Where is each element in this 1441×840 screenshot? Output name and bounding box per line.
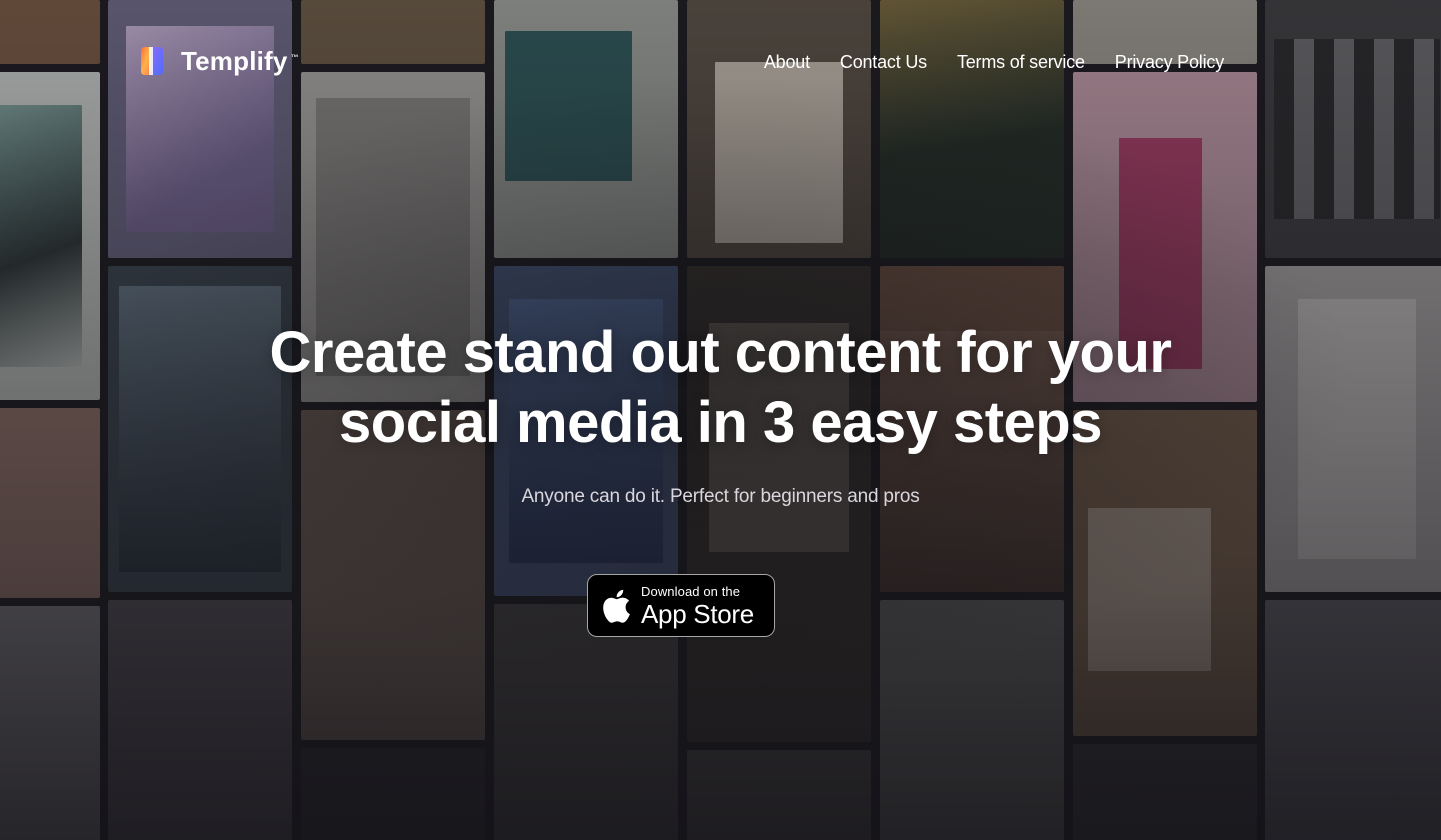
app-store-small-label: Download on the <box>641 583 741 599</box>
app-store-big-label: App Store <box>641 598 754 629</box>
nav-link-terms-of-service[interactable]: Terms of service <box>957 52 1085 73</box>
nav-link-privacy-policy[interactable]: Privacy Policy <box>1115 52 1224 73</box>
app-store-button-text: Download on the App Store <box>641 585 754 627</box>
templify-logo-icon <box>137 43 169 79</box>
hero-section: Create stand out content for your social… <box>0 318 1441 508</box>
nav-link-about[interactable]: About <box>764 52 810 73</box>
hero-headline-line-2: social media in 3 easy steps <box>339 390 1102 455</box>
apple-icon <box>603 589 630 623</box>
brand-logo-link[interactable]: Templify ™ <box>137 43 299 79</box>
hero-subtitle: Anyone can do it. Perfect for beginners … <box>521 486 920 507</box>
main-nav: About Contact Us Terms of service Privac… <box>764 52 1224 73</box>
brand-name: Templify ™ <box>181 45 299 76</box>
hero-headline: Create stand out content for your social… <box>231 318 1211 458</box>
app-store-download-button[interactable]: Download on the App Store <box>587 574 775 637</box>
nav-link-contact-us[interactable]: Contact Us <box>840 52 927 73</box>
trademark-symbol: ™ <box>290 52 299 62</box>
site-header: Templify ™ About Contact Us Terms of serv… <box>137 38 1224 84</box>
hero-headline-line-1: Create stand out content for your <box>269 320 1172 385</box>
